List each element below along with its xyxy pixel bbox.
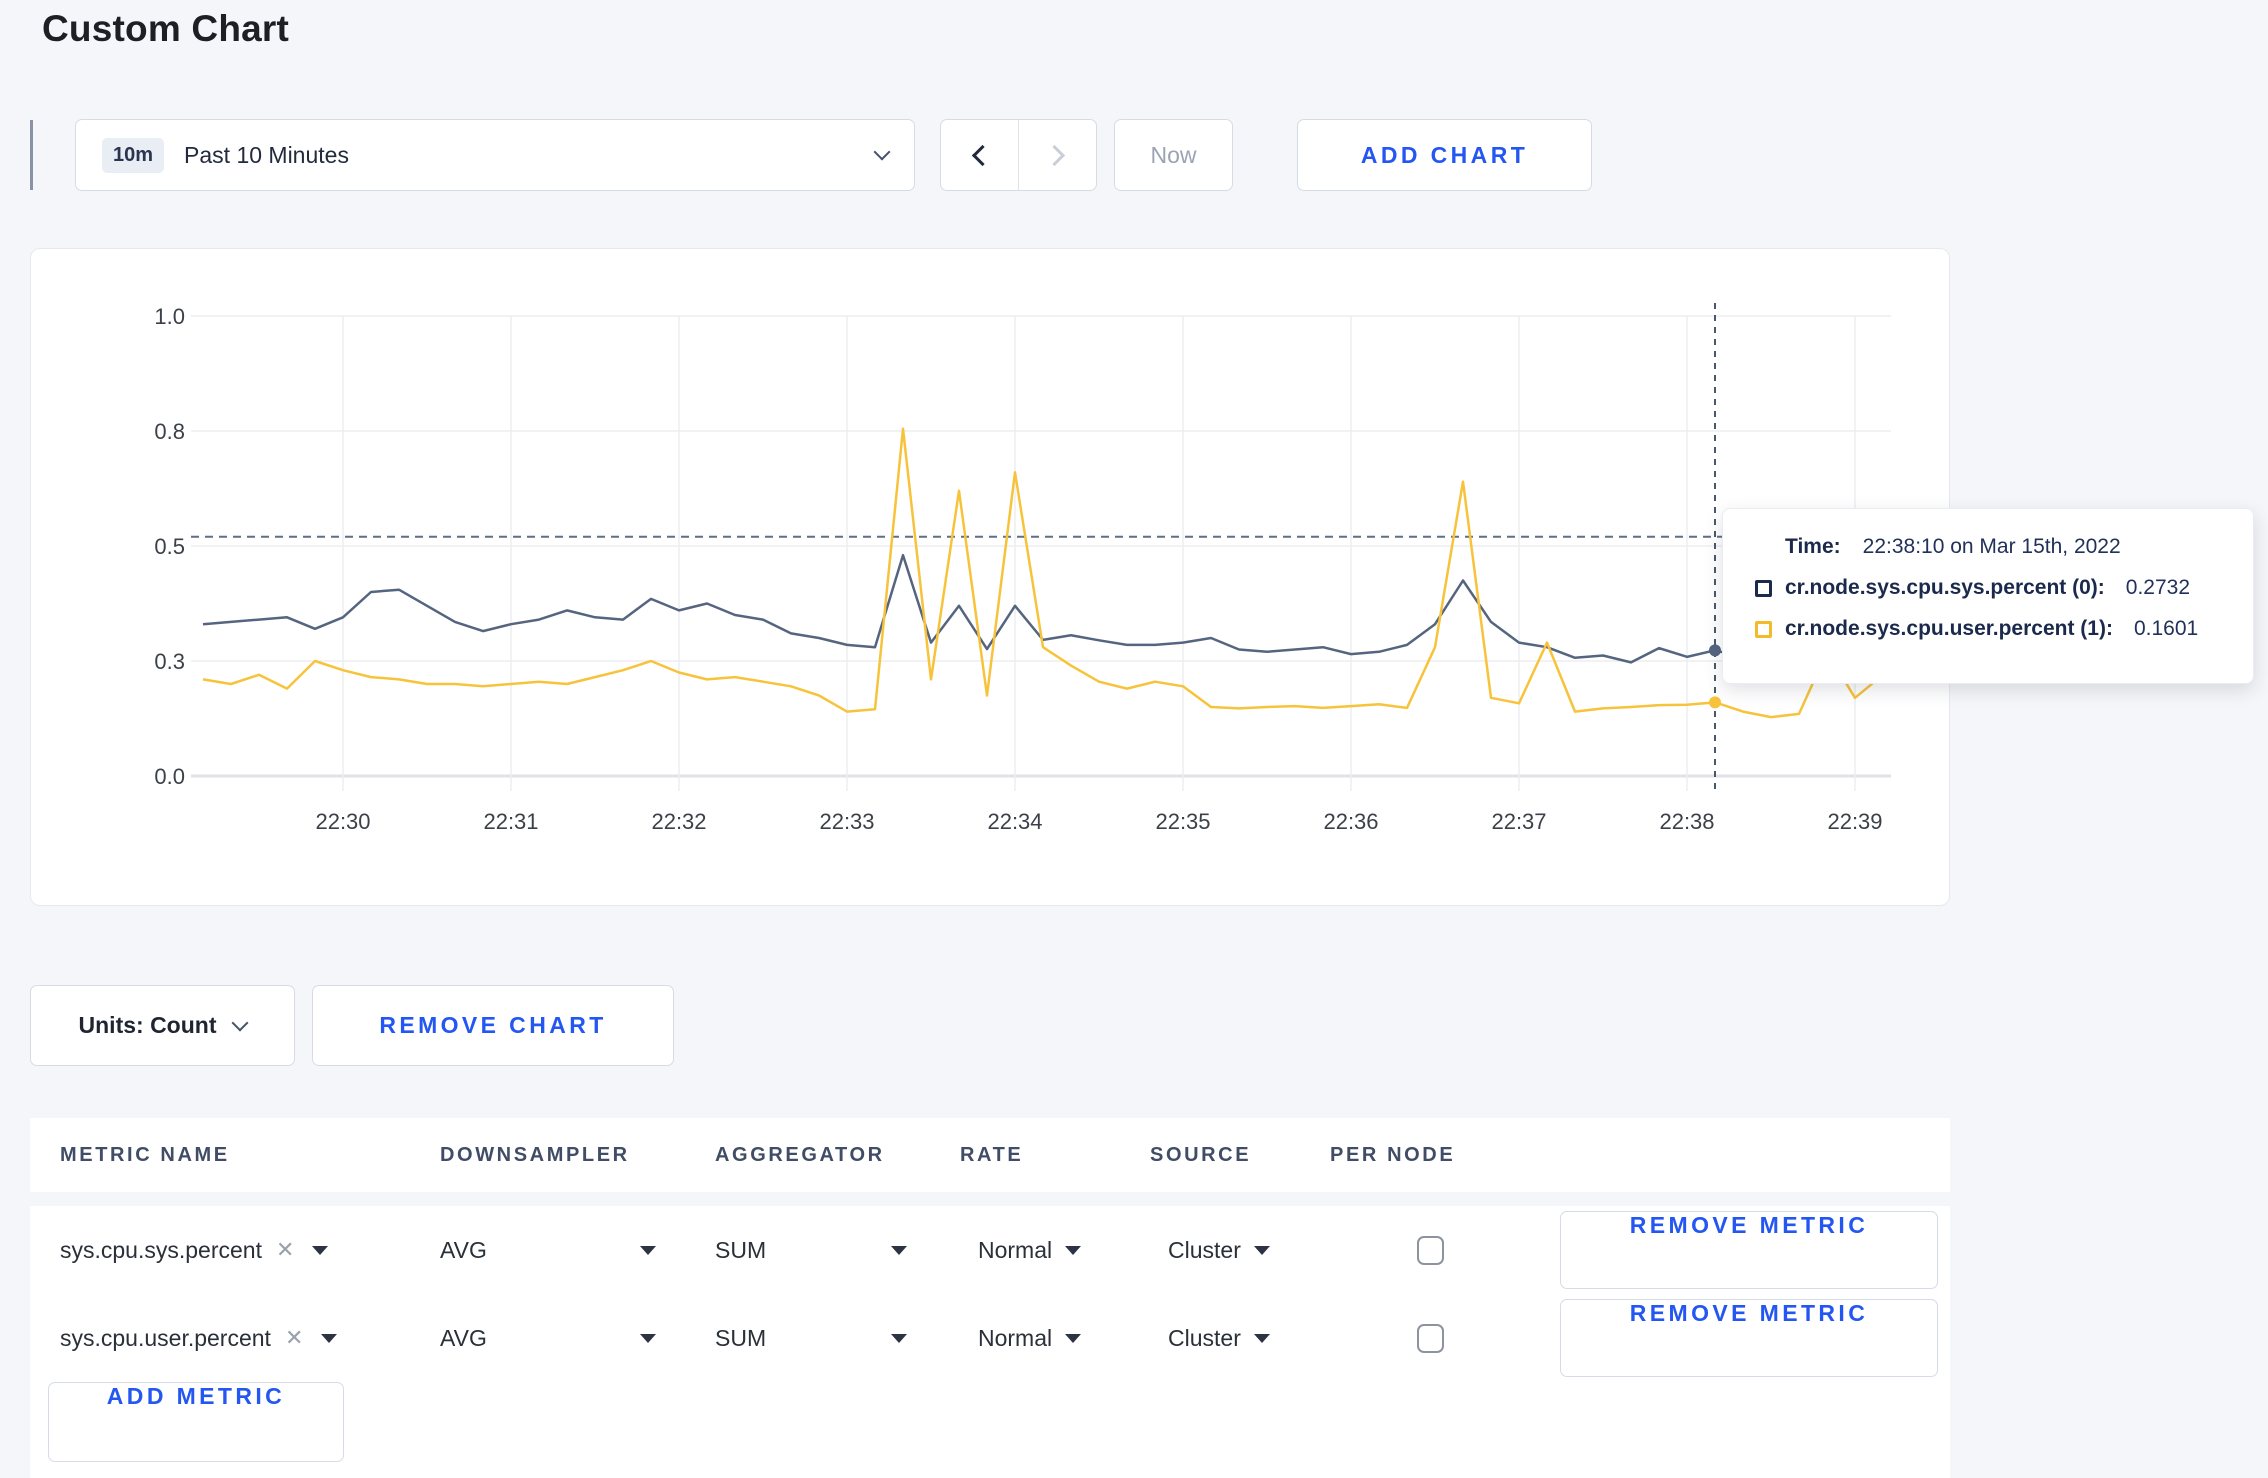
caret-down-icon xyxy=(640,1245,656,1255)
chevron-right-icon xyxy=(1043,144,1065,166)
caret-down-icon xyxy=(1065,1333,1082,1343)
col-rate: RATE xyxy=(960,1143,1024,1166)
time-range-picker[interactable]: 10m Past 10 Minutes xyxy=(75,119,915,191)
prev-time-button[interactable] xyxy=(941,120,1019,190)
per-node-checkbox[interactable] xyxy=(1416,1323,1444,1353)
col-aggregator: AGGREGATOR xyxy=(715,1143,885,1166)
user-series-swatch-icon xyxy=(1755,620,1772,638)
aggregator-dropdown[interactable]: SUM xyxy=(715,1325,907,1352)
metrics-table-header: METRIC NAME DOWNSAMPLER AGGREGATOR RATE … xyxy=(30,1118,1950,1192)
x-axis-tick-label: 22:32 xyxy=(651,809,706,834)
chart-tooltip: Time: 22:38:10 on Mar 15th, 2022 cr.node… xyxy=(1722,508,2254,684)
x-axis-tick-label: 22:33 xyxy=(819,809,874,834)
chevron-down-icon xyxy=(231,1014,249,1031)
caret-down-icon xyxy=(312,1245,329,1255)
tooltip-series-sys: cr.node.sys.cpu.sys.percent (0): 0.2732 xyxy=(1755,576,2229,600)
crosshair-dot-0 xyxy=(1709,644,1721,657)
caret-down-icon xyxy=(640,1333,656,1343)
aggregator-dropdown[interactable]: SUM xyxy=(715,1237,907,1264)
custom-chart-panel: 0.0 0.3 0.5 0.8 1.0 22:30 22:31 22:32 22:33 22:34… xyxy=(30,248,1950,906)
clear-metric-icon[interactable]: ✕ xyxy=(285,1325,303,1351)
remove-metric-button[interactable]: REMOVE METRIC xyxy=(1560,1299,1938,1377)
tooltip-time: Time: 22:38:10 on Mar 15th, 2022 xyxy=(1785,535,2121,558)
metric-name-dropdown[interactable]: sys.cpu.sys.percent ✕ xyxy=(60,1237,440,1264)
caret-down-icon xyxy=(891,1245,907,1255)
add-chart-button[interactable]: ADD CHART xyxy=(1297,119,1592,191)
col-per-node: PER NODE xyxy=(1330,1143,1456,1166)
caret-down-icon xyxy=(1253,1245,1270,1255)
x-axis-tick-label: 22:36 xyxy=(1323,809,1378,834)
tooltip-series-user: cr.node.sys.cpu.user.percent (1): 0.1601 xyxy=(1755,617,2229,641)
metric-row: sys.cpu.sys.percent ✕ AVG SUM Normal Clu… xyxy=(30,1206,1950,1294)
next-time-button[interactable] xyxy=(1019,120,1097,190)
chevron-left-icon xyxy=(971,144,993,166)
downsampler-dropdown[interactable]: AVG xyxy=(440,1237,656,1264)
source-dropdown[interactable]: Cluster xyxy=(1150,1237,1330,1264)
time-range-badge: 10m xyxy=(102,137,165,173)
caret-down-icon xyxy=(321,1333,338,1343)
add-metric-button[interactable]: ADD METRIC xyxy=(48,1382,344,1462)
x-axis-tick-label: 22:35 xyxy=(1155,809,1210,834)
chevron-down-icon xyxy=(873,143,891,161)
clear-metric-icon[interactable]: ✕ xyxy=(276,1237,294,1263)
caret-down-icon xyxy=(1065,1245,1082,1255)
per-node-checkbox[interactable] xyxy=(1416,1235,1444,1265)
x-axis-tick-label: 22:30 xyxy=(315,809,370,834)
col-source: SOURCE xyxy=(1150,1143,1252,1166)
x-axis-tick-label: 22:39 xyxy=(1827,809,1882,834)
source-dropdown[interactable]: Cluster xyxy=(1150,1325,1330,1352)
col-metric-name: METRIC NAME xyxy=(60,1143,230,1166)
metric-name-dropdown[interactable]: sys.cpu.user.percent ✕ xyxy=(60,1325,440,1352)
y-axis-tick-label: 1.0 xyxy=(154,304,185,329)
y-axis-tick-label: 0.3 xyxy=(154,649,185,674)
metrics-table-body: sys.cpu.sys.percent ✕ AVG SUM Normal Clu… xyxy=(30,1206,1950,1478)
remove-metric-button[interactable]: REMOVE METRIC xyxy=(1560,1211,1938,1289)
y-axis-tick-label: 0.0 xyxy=(154,764,185,789)
left-divider xyxy=(30,120,33,190)
x-axis-tick-label: 22:31 xyxy=(483,809,538,834)
y-axis-tick-label: 0.5 xyxy=(154,534,185,559)
time-step-buttons xyxy=(940,119,1097,191)
caret-down-icon xyxy=(1253,1333,1270,1343)
remove-chart-button[interactable]: REMOVE CHART xyxy=(312,985,674,1066)
sys-series-swatch-icon xyxy=(1755,579,1772,597)
now-button[interactable]: Now xyxy=(1114,119,1233,191)
page-title: Custom Chart xyxy=(42,8,290,49)
x-axis-tick-label: 22:37 xyxy=(1491,809,1546,834)
y-axis-tick-label: 0.8 xyxy=(154,419,185,444)
rate-dropdown[interactable]: Normal xyxy=(960,1325,1150,1352)
metric-row: sys.cpu.user.percent ✕ AVG SUM Normal Cl… xyxy=(30,1294,1950,1382)
time-range-label: Past 10 Minutes xyxy=(184,141,349,168)
units-dropdown[interactable]: Units: Count xyxy=(30,985,295,1066)
col-downsampler: DOWNSAMPLER xyxy=(440,1143,630,1166)
cpu-percent-line-chart[interactable]: 0.0 0.3 0.5 0.8 1.0 22:30 22:31 22:32 22:33 22:34… xyxy=(31,249,1951,907)
series-line-1 xyxy=(202,427,1884,719)
caret-down-icon xyxy=(891,1333,907,1343)
rate-dropdown[interactable]: Normal xyxy=(960,1237,1150,1264)
downsampler-dropdown[interactable]: AVG xyxy=(440,1325,656,1352)
x-axis-tick-label: 22:38 xyxy=(1659,809,1714,834)
x-axis-tick-label: 22:34 xyxy=(987,809,1042,834)
crosshair-dot-1 xyxy=(1709,696,1721,709)
